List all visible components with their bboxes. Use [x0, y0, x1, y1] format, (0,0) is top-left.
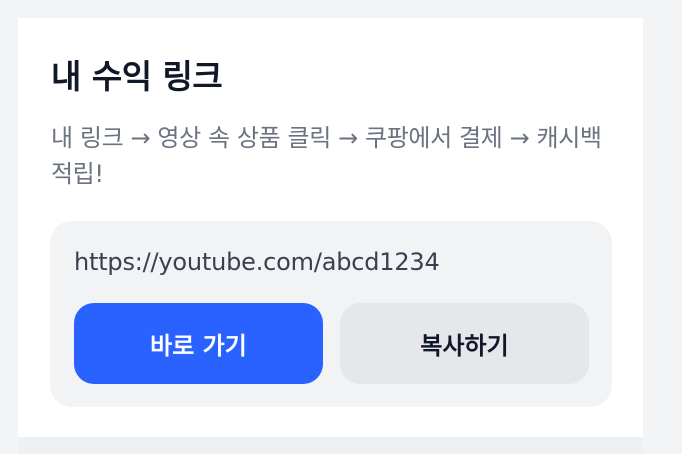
next-card-edge [18, 437, 643, 454]
card-description: 내 링크 → 영상 속 상품 클릭 → 쿠팡에서 결제 → 캐시백 적립! [51, 124, 602, 188]
link-box: https://youtube.com/abcd1234 바로 가기 복사하기 [50, 221, 612, 407]
earnings-link-card: 내 수익 링크 내 링크 → 영상 속 상품 클릭 → 쿠팡에서 결제 → 캐시… [18, 18, 643, 437]
card-title: 내 수익 링크 [51, 57, 223, 96]
go-button[interactable]: 바로 가기 [74, 303, 323, 384]
copy-button[interactable]: 복사하기 [340, 303, 589, 384]
link-url: https://youtube.com/abcd1234 [74, 248, 440, 276]
